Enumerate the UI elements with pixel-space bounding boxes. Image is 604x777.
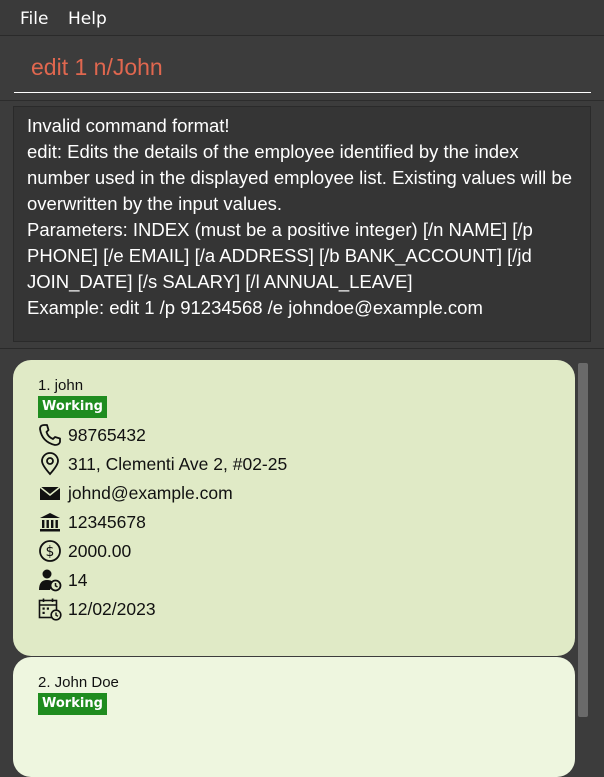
- email-value: johnd@example.com: [68, 483, 233, 503]
- result-display: Invalid command format! edit: Edits the …: [13, 106, 591, 342]
- result-line: edit: Edits the details of the employee …: [27, 141, 519, 162]
- phone-icon: [39, 424, 61, 446]
- status-badge: Working: [38, 396, 107, 418]
- location-pin-icon: [41, 452, 59, 476]
- leave-value: 14: [68, 570, 88, 590]
- divider: [0, 100, 604, 101]
- address-value: 311, Clementi Ave 2, #02-25: [68, 454, 288, 474]
- phone-value: 98765432: [68, 425, 146, 445]
- result-line: overwritten by the input values.: [27, 193, 283, 214]
- result-line: PHONE] [/e EMAIL] [/a ADDRESS] [/b BANK_…: [27, 245, 532, 266]
- employee-name: 1. john: [38, 377, 84, 394]
- result-line: Example: edit 1 /p 91234568 /e johndoe@e…: [27, 297, 483, 318]
- status-badge: Working: [38, 693, 107, 715]
- bank-icon: [40, 513, 60, 532]
- salary-value: 2000.00: [68, 541, 132, 561]
- svg-text:$: $: [46, 544, 55, 560]
- result-line: JOIN_DATE] [/s SALARY] [/l ANNUAL_LEAVE]: [27, 271, 413, 292]
- menu-bar: File Help: [0, 0, 604, 36]
- employee-card-2[interactable]: 2. John Doe Working: [13, 657, 575, 777]
- menu-help[interactable]: Help: [68, 9, 107, 29]
- mail-icon: [39, 486, 61, 500]
- employee-name: 2. John Doe: [38, 674, 119, 691]
- command-input[interactable]: edit 1 n/John: [14, 48, 591, 93]
- person-clock-icon: [39, 569, 62, 592]
- list-scrollbar[interactable]: [578, 363, 588, 717]
- result-line: Invalid command format!: [27, 115, 230, 136]
- join-date-value: 12/02/2023: [68, 599, 156, 619]
- menu-file[interactable]: File: [20, 9, 48, 29]
- dollar-icon: $: [39, 540, 61, 562]
- result-line: Parameters: INDEX (must be a positive in…: [27, 219, 533, 240]
- calendar-clock-icon: [38, 598, 62, 621]
- command-input-text[interactable]: edit 1 n/John: [31, 54, 163, 81]
- bank-value: 12345678: [68, 512, 146, 532]
- employee-card-1[interactable]: 1. john Working 98765432 311, Clementi A…: [13, 360, 575, 656]
- result-line: number used in the displayed employee li…: [27, 167, 573, 188]
